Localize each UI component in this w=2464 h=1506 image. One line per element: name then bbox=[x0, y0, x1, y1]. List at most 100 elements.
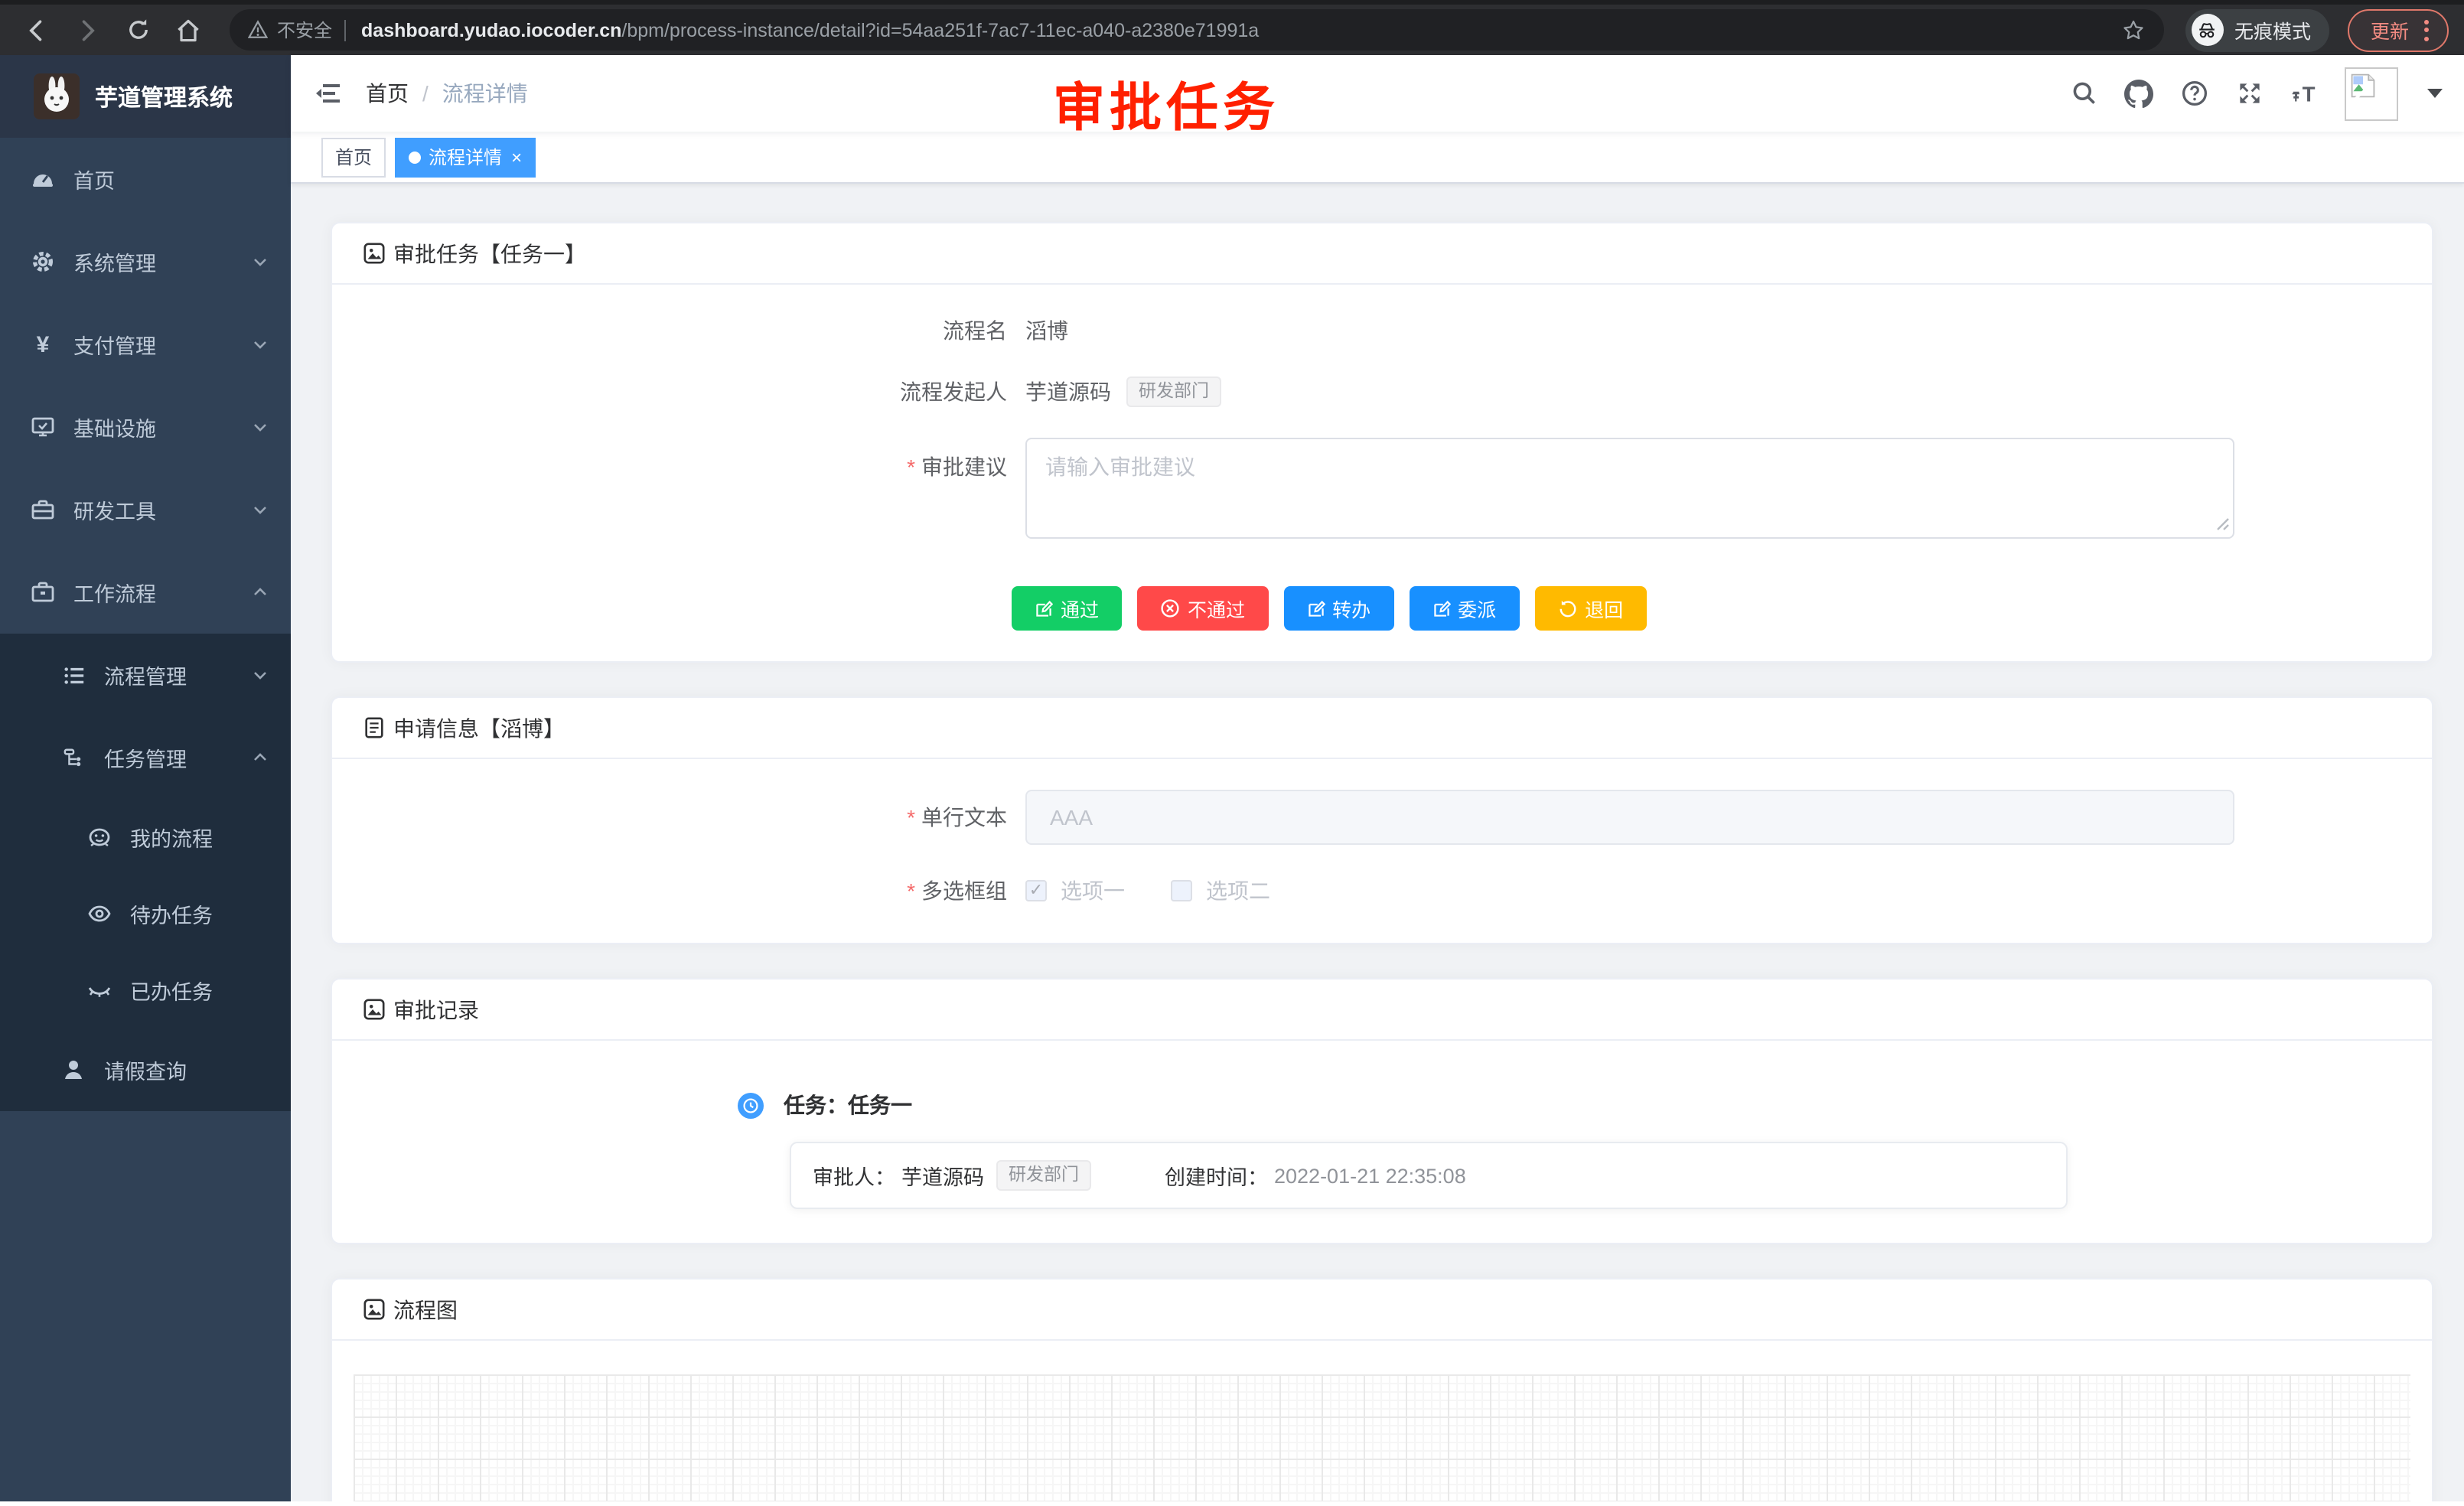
sidebar-item-process-mgmt[interactable]: 流程管理 bbox=[0, 634, 291, 716]
single-text-row: *单行文本 bbox=[363, 790, 2401, 845]
breadcrumb-current: 流程详情 bbox=[442, 78, 528, 109]
svg-text:T: T bbox=[2303, 82, 2316, 106]
logo-image bbox=[34, 73, 80, 119]
workflow-submenu: 流程管理 任务管理 我的流程 bbox=[0, 634, 291, 1111]
card-title: 审批记录 bbox=[393, 994, 479, 1025]
app-title: 芋道管理系统 bbox=[95, 80, 233, 112]
suggestion-row: *审批建议 bbox=[363, 438, 2401, 546]
yen-icon: ¥ bbox=[31, 332, 55, 357]
breadcrumb-home[interactable]: 首页 bbox=[366, 78, 409, 109]
list-icon bbox=[61, 663, 86, 687]
fullscreen-icon[interactable] bbox=[2234, 79, 2264, 108]
create-time-value: 2022-01-21 22:35:08 bbox=[1274, 1164, 1466, 1187]
svg-text:T: T bbox=[2293, 91, 2300, 104]
browser-menu-icon[interactable] bbox=[2421, 19, 2432, 41]
tags-view: 首页 流程详情 × bbox=[291, 132, 2464, 184]
card-title: 审批任务【任务一】 bbox=[393, 238, 586, 269]
security-label[interactable]: 不安全 bbox=[277, 17, 332, 43]
single-text-input bbox=[1025, 790, 2234, 845]
sidebar-item-infra[interactable]: 基础设施 bbox=[0, 386, 291, 468]
eye-open-icon bbox=[87, 901, 112, 926]
approval-record-card: 审批记录 任务：任务一 审批人： 芋道 bbox=[331, 978, 2433, 1244]
process-name-row: 流程名 滔博 bbox=[363, 315, 2401, 346]
eye-closed-icon bbox=[87, 978, 112, 1002]
sidebar-item-devtools[interactable]: 研发工具 bbox=[0, 468, 291, 551]
page-content: 审批任务【任务一】 流程名 滔博 流程发起人 芋道源码 研发部门 bbox=[291, 184, 2464, 1501]
sidebar-item-done-tasks[interactable]: 已办任务 bbox=[0, 952, 291, 1028]
picture-icon bbox=[363, 998, 386, 1021]
incognito-badge: 无痕模式 bbox=[2185, 8, 2329, 51]
dashboard-icon bbox=[31, 167, 55, 191]
required-mark: * bbox=[907, 455, 915, 479]
task-title: 任务：任务一 bbox=[784, 1090, 912, 1120]
tree-icon bbox=[61, 745, 86, 770]
record-detail-card: 审批人： 芋道源码 研发部门 创建时间： 2022-01-21 22:35:08 bbox=[790, 1142, 2068, 1209]
card-title: 流程图 bbox=[393, 1294, 458, 1325]
process-diagram-card-header: 流程图 bbox=[332, 1279, 2432, 1341]
chevron-down-icon bbox=[251, 335, 269, 354]
checkbox-group-label: *多选框组 bbox=[363, 875, 1025, 906]
browser-forward-button[interactable] bbox=[69, 11, 106, 48]
chevron-up-icon bbox=[251, 583, 269, 601]
browser-reload-button[interactable] bbox=[119, 11, 156, 48]
sidebar-item-leave-query[interactable]: 请假查询 bbox=[0, 1028, 291, 1111]
toolbox-icon bbox=[31, 497, 55, 522]
document-icon bbox=[363, 716, 386, 739]
help-icon[interactable] bbox=[2179, 79, 2208, 108]
breadcrumb: 首页 / 流程详情 bbox=[366, 78, 528, 109]
picture-icon bbox=[363, 242, 386, 265]
tab-home[interactable]: 首页 bbox=[321, 137, 386, 177]
bpmn-diagram-canvas[interactable] bbox=[354, 1374, 2410, 1501]
sidebar-item-system[interactable]: 系统管理 bbox=[0, 220, 291, 303]
transfer-button[interactable]: 转办 bbox=[1283, 586, 1393, 631]
picture-icon bbox=[363, 1298, 386, 1321]
sidebar-logo[interactable]: 芋道管理系统 bbox=[0, 55, 291, 138]
approver-value: 芋道源码 bbox=[901, 1160, 984, 1191]
sidebar-item-task-mgmt[interactable]: 任务管理 bbox=[0, 716, 291, 799]
process-diagram-card: 流程图 bbox=[331, 1278, 2433, 1501]
search-icon[interactable] bbox=[2069, 79, 2098, 108]
caret-down-icon[interactable] bbox=[2427, 89, 2443, 98]
chevron-down-icon bbox=[251, 500, 269, 519]
process-name-value: 滔博 bbox=[1025, 315, 1068, 346]
hamburger-icon[interactable] bbox=[314, 78, 344, 109]
approve-button[interactable]: 通过 bbox=[1012, 586, 1122, 631]
browser-toolbar: 不安全 dashboard.yudao.iocoder.cn /bpm/proc… bbox=[0, 0, 2464, 55]
card-title: 申请信息【滔博】 bbox=[393, 712, 565, 743]
initiator-value: 芋道源码 bbox=[1025, 376, 1111, 407]
return-button[interactable]: 退回 bbox=[1534, 586, 1646, 631]
font-size-icon[interactable]: TT bbox=[2290, 79, 2319, 108]
chevron-down-icon bbox=[251, 253, 269, 271]
close-tab-icon[interactable]: × bbox=[511, 148, 522, 166]
browser-back-button[interactable] bbox=[18, 11, 55, 48]
browser-home-button[interactable] bbox=[170, 11, 207, 48]
single-text-label: *单行文本 bbox=[363, 802, 1025, 833]
bookmark-star-icon[interactable] bbox=[2121, 18, 2146, 42]
monitor-icon bbox=[31, 415, 55, 439]
delegate-button[interactable]: 委派 bbox=[1409, 586, 1519, 631]
avatar[interactable] bbox=[2345, 67, 2398, 120]
resize-handle[interactable] bbox=[2216, 511, 2230, 539]
broken-image-icon bbox=[2349, 71, 2377, 99]
gear-icon bbox=[31, 249, 55, 274]
sidebar-item-payment[interactable]: ¥ 支付管理 bbox=[0, 303, 291, 386]
approver-label: 审批人： bbox=[813, 1160, 895, 1191]
sidebar-item-workflow[interactable]: 工作流程 bbox=[0, 551, 291, 634]
github-icon[interactable] bbox=[2124, 79, 2153, 108]
browser-update-button[interactable]: 更新 bbox=[2348, 8, 2449, 51]
approver-dept-tag: 研发部门 bbox=[996, 1160, 1091, 1191]
sidebar-item-todo-tasks[interactable]: 待办任务 bbox=[0, 875, 291, 952]
application-info-card: 申请信息【滔博】 *单行文本 *多选框组 ✓ 选项一 bbox=[331, 696, 2433, 944]
suggestion-textarea[interactable] bbox=[1025, 438, 2234, 539]
tab-process-detail[interactable]: 流程详情 × bbox=[395, 137, 536, 177]
breadcrumb-separator: / bbox=[422, 81, 429, 106]
address-bar[interactable]: 不安全 dashboard.yudao.iocoder.cn /bpm/proc… bbox=[230, 9, 2164, 51]
approval-task-card: 审批任务【任务一】 流程名 滔博 流程发起人 芋道源码 研发部门 bbox=[331, 222, 2433, 663]
reject-button[interactable]: 不通过 bbox=[1137, 586, 1268, 631]
annotation-overlay: 审批任务 bbox=[1053, 66, 1279, 141]
sidebar-item-my-process[interactable]: 我的流程 bbox=[0, 799, 291, 875]
sidebar-item-home[interactable]: 首页 bbox=[0, 138, 291, 220]
checkbox-group-row: *多选框组 ✓ 选项一 选项二 bbox=[363, 875, 2401, 906]
checkbox-option-2: 选项二 bbox=[1171, 875, 1270, 906]
briefcase-icon bbox=[31, 580, 55, 605]
